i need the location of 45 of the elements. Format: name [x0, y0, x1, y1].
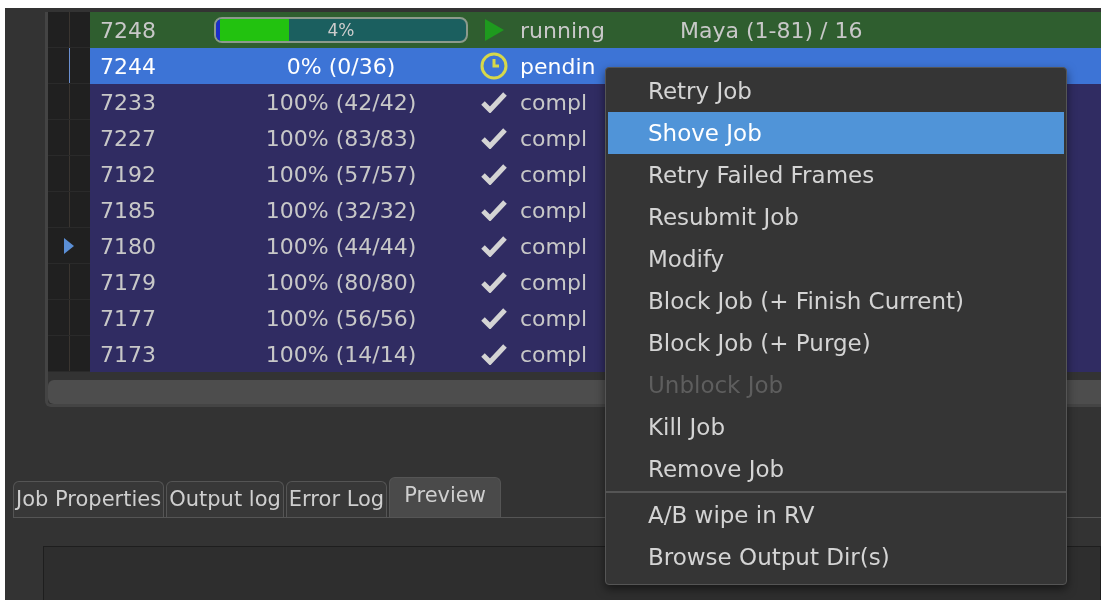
menu-item[interactable]: Remove Job	[606, 448, 1066, 490]
tab[interactable]: Output log	[166, 481, 284, 517]
job-id: 7177	[99, 305, 157, 331]
tab[interactable]: Job Properties	[13, 481, 165, 517]
check-icon	[481, 91, 507, 113]
check-icon	[481, 343, 507, 365]
check-icon	[481, 127, 507, 149]
job-id: 7248	[99, 17, 157, 43]
check-icon	[481, 163, 507, 185]
menu-item[interactable]: Kill Job	[606, 406, 1066, 448]
job-id: 7173	[99, 341, 157, 367]
progress-text: 100% (32/32)	[265, 197, 417, 223]
check-icon	[481, 199, 507, 221]
tab[interactable]: Preview	[389, 477, 501, 517]
menu-item[interactable]: A/B wipe in RV	[606, 494, 1066, 536]
job-id: 7244	[99, 53, 157, 79]
job-id: 7227	[99, 125, 157, 151]
progress-text: 100% (80/80)	[265, 269, 417, 295]
status-text: pendin	[519, 53, 597, 79]
menu-item[interactable]: Browse Output Dir(s)	[606, 536, 1066, 578]
job-row[interactable]: 7248 4% running Maya (1-81) / 16	[90, 12, 1101, 48]
check-icon	[481, 307, 507, 329]
progress-text: 100% (57/57)	[265, 161, 417, 187]
layer-text: Maya (1-81) / 16	[680, 17, 863, 43]
progress-text: 0% (0/36)	[286, 53, 396, 79]
status-text: compl	[519, 269, 589, 295]
job-id: 7185	[99, 197, 157, 223]
check-icon	[481, 271, 507, 293]
status-text: compl	[519, 305, 589, 331]
status-text: compl	[519, 233, 589, 259]
progress-text: 100% (44/44)	[265, 233, 417, 259]
job-id: 7192	[99, 161, 157, 187]
check-icon	[481, 235, 507, 257]
tab[interactable]: Error Log	[285, 481, 388, 517]
progress-text: 100% (83/83)	[265, 125, 417, 151]
job-id: 7233	[99, 89, 157, 115]
clock-icon	[480, 52, 508, 80]
status-text: running	[519, 17, 606, 43]
job-id: 7179	[99, 269, 157, 295]
progress-text: 100% (56/56)	[265, 305, 417, 331]
progress-text: 100% (42/42)	[265, 89, 417, 115]
progress-text: 100% (14/14)	[265, 341, 417, 367]
play-icon	[483, 18, 505, 42]
progress-label: 4%	[326, 19, 356, 41]
job-id: 7180	[99, 233, 157, 259]
